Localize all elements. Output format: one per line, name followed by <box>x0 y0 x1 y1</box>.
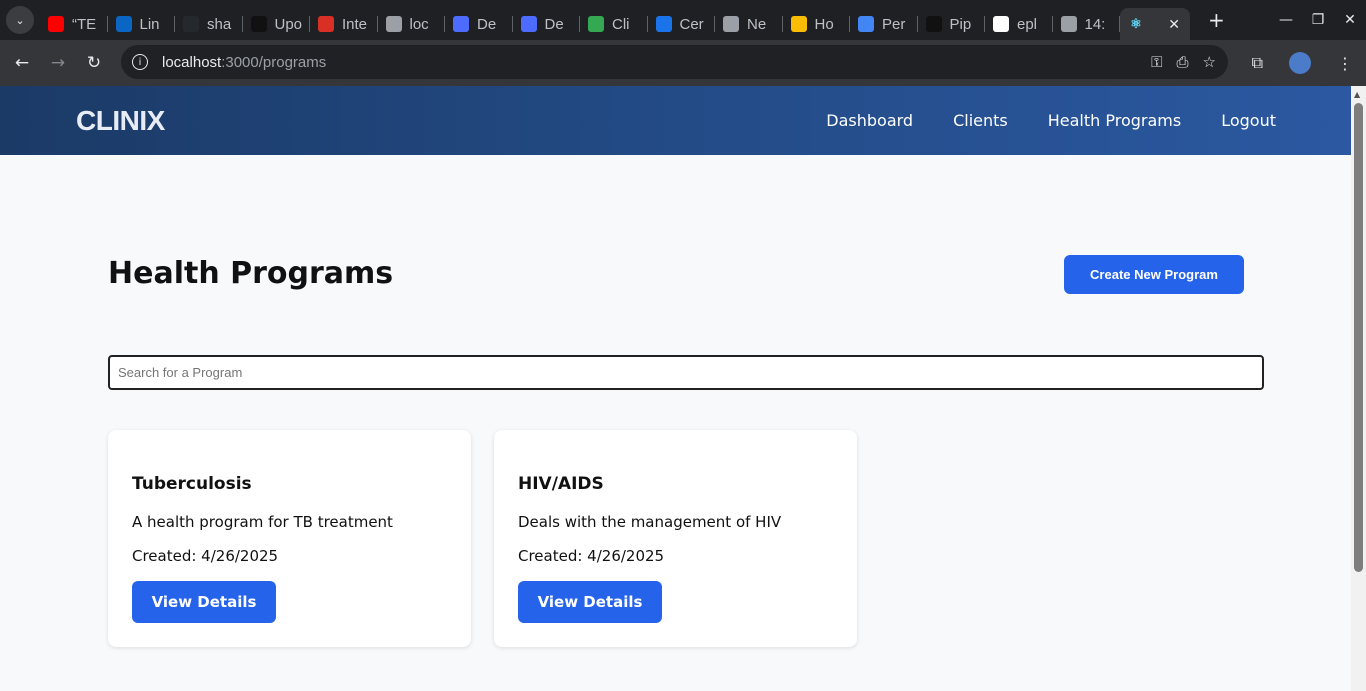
program-name: HIV/AIDS <box>518 474 604 494</box>
browser-tab-title: Pip <box>949 15 972 33</box>
openai-icon <box>925 16 942 32</box>
linkedin-icon <box>115 16 132 32</box>
tab-search-chevron-icon[interactable]: ⌄ <box>6 6 34 34</box>
app-header: CLINIX Dashboard Clients Health Programs… <box>0 86 1351 155</box>
create-program-button[interactable]: Create New Program <box>1064 255 1244 294</box>
deepseek-icon <box>520 16 537 32</box>
profile-avatar[interactable] <box>1289 52 1311 74</box>
browser-tab-title: epl <box>1017 15 1038 33</box>
page-title: Health Programs <box>108 256 394 291</box>
browser-tab-title: Cli <box>612 15 630 33</box>
browser-tab-title: Ne <box>747 15 767 33</box>
close-tab-icon[interactable]: ✕ <box>1168 16 1180 33</box>
drive-icon <box>790 16 807 32</box>
browser-tab-title: Upo <box>274 15 303 33</box>
openai-icon <box>250 16 267 32</box>
browser-tab-title: Lin <box>139 15 160 33</box>
nav-health-programs[interactable]: Health Programs <box>1048 111 1181 130</box>
docs-icon <box>858 16 874 32</box>
clinix-logo[interactable]: CLINIX <box>76 105 165 137</box>
tab-list: “TE Lin sha Upo Inte loc De De Cli Cer Ne Ho Per Pip e… <box>40 0 1120 40</box>
url-path: :3000/programs <box>221 53 327 71</box>
clinix-icon <box>588 16 604 32</box>
google-icon <box>993 16 1009 32</box>
browser-tab[interactable]: epl <box>985 8 1053 40</box>
tab-active[interactable]: ⚛ ✕ <box>1120 8 1190 40</box>
browser-tab[interactable]: Ho <box>783 8 851 40</box>
nav-dashboard[interactable]: Dashboard <box>826 111 913 130</box>
browser-tab[interactable]: Ne <box>715 8 783 40</box>
browser-tab-title: Per <box>882 15 906 33</box>
nav-logout[interactable]: Logout <box>1221 111 1276 130</box>
nav-clients[interactable]: Clients <box>953 111 1008 130</box>
bookmark-star-icon[interactable]: ☆ <box>1203 53 1216 71</box>
program-name: Tuberculosis <box>132 474 252 494</box>
program-description: Deals with the management of HIV <box>518 513 782 531</box>
forward-icon[interactable]: → <box>40 45 76 81</box>
restore-icon[interactable]: ❐ <box>1302 12 1334 28</box>
chrome-icon <box>723 16 739 32</box>
window-controls: — ❐ ✕ <box>1270 0 1366 40</box>
key-icon[interactable]: ⚿ <box>1151 53 1162 71</box>
browser-tab[interactable]: Cli <box>580 8 648 40</box>
scrollbar-thumb[interactable] <box>1354 103 1363 572</box>
scroll-up-icon[interactable]: ▲ <box>1354 90 1360 99</box>
react-icon: ⚛ <box>1130 16 1142 31</box>
browser-tab[interactable]: loc <box>378 8 446 40</box>
program-created-date: Created: 4/26/2025 <box>132 547 279 565</box>
browser-tab-strip: ⌄ “TE Lin sha Upo Inte loc De De Cli Cer Ne Ho Per Pi… <box>0 0 1366 40</box>
globe-icon <box>385 16 402 32</box>
address-bar[interactable]: i localhost:3000/programs ⚿ ⎙ ☆ <box>121 45 1228 79</box>
new-tab-icon[interactable]: + <box>1208 8 1225 32</box>
install-app-icon[interactable]: ⎙ <box>1177 53 1189 71</box>
url-host: localhost <box>162 53 222 71</box>
program-search-input[interactable] <box>108 355 1264 390</box>
view-details-button[interactable]: View Details <box>132 581 276 623</box>
browser-tab[interactable]: Lin <box>108 8 176 40</box>
close-window-icon[interactable]: ✕ <box>1334 12 1366 28</box>
browser-tab[interactable]: sha <box>175 8 243 40</box>
deepseek-icon <box>453 16 469 32</box>
youtube-icon <box>48 16 64 32</box>
reload-icon[interactable]: ↻ <box>76 45 112 81</box>
browser-tab-title: Ho <box>814 15 834 33</box>
browser-tab[interactable]: De <box>513 8 581 40</box>
program-card: HIV/AIDS Deals with the management of HI… <box>494 430 857 647</box>
program-description: A health program for TB treatment <box>132 513 393 531</box>
browser-toolbar: ← → ↻ i localhost:3000/programs ⚿ ⎙ ☆ ⧉ … <box>0 40 1366 86</box>
browser-tab[interactable]: Pip <box>918 8 986 40</box>
browser-tab-title: sha <box>207 15 232 33</box>
back-icon[interactable]: ← <box>4 45 40 81</box>
url-text: localhost:3000/programs <box>162 54 326 71</box>
program-created-date: Created: 4/26/2025 <box>518 547 665 565</box>
menu-kebab-icon[interactable]: ⋮ <box>1337 54 1353 73</box>
program-card: Tuberculosis A health program for TB tre… <box>108 430 471 647</box>
browser-tab[interactable]: “TE <box>40 8 108 40</box>
browser-tab-title: 14: <box>1084 15 1106 33</box>
browser-tab-title: loc <box>409 15 429 33</box>
globe-icon <box>1060 16 1077 32</box>
gauge-icon <box>318 16 334 32</box>
browser-tab[interactable]: Cer <box>648 8 716 40</box>
browser-tab[interactable]: Inte <box>310 8 378 40</box>
browser-tab-title: “TE <box>72 15 97 33</box>
browser-tab-title: Cer <box>679 15 704 33</box>
extensions-icon[interactable]: ⧉ <box>1252 53 1263 73</box>
view-details-button[interactable]: View Details <box>518 581 662 623</box>
main-nav: Dashboard Clients Health Programs Logout <box>786 86 1276 155</box>
browser-tab[interactable]: Per <box>850 8 918 40</box>
minimize-icon[interactable]: — <box>1270 12 1302 28</box>
page-scrollbar[interactable]: ▲ <box>1351 86 1366 691</box>
browser-tab-title: De <box>544 15 564 33</box>
cert-icon <box>655 16 672 32</box>
browser-tab[interactable]: Upo <box>243 8 311 40</box>
github-icon <box>183 16 199 32</box>
site-info-icon[interactable]: i <box>132 54 148 70</box>
browser-tab[interactable]: 14: <box>1053 8 1121 40</box>
browser-tab[interactable]: De <box>445 8 513 40</box>
browser-tab-title: De <box>477 15 497 33</box>
browser-tab-title: Inte <box>342 15 368 33</box>
